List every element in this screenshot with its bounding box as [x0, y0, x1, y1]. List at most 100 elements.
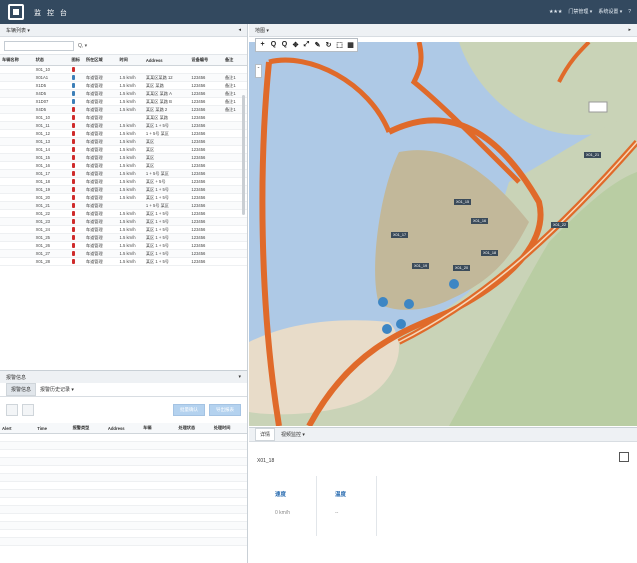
tab-alarm-info[interactable]: 报警信息: [6, 383, 37, 396]
table-row[interactable]: X4D5 车道管理 1.5 km/h 某区 某路 2 123456 备注1: [0, 105, 247, 114]
vehicle-col-header[interactable]: 状态: [33, 55, 70, 66]
vehicle-col-header[interactable]: 车辆名称: [0, 55, 34, 66]
map-marker-3[interactable]: [382, 324, 392, 334]
table-row: [0, 457, 247, 466]
table-row[interactable]: X01_10 车道管理 某某区 某路 123456: [0, 113, 247, 122]
map-marker-1[interactable]: [378, 297, 388, 307]
collapse-icon[interactable]: ◂: [238, 27, 241, 33]
map-tool-layers-icon[interactable]: ▦: [346, 41, 355, 49]
table-row[interactable]: X01_20 车道管理 1.5 km/h 某区 1 + 5号 123456: [0, 193, 247, 202]
table-row[interactable]: X01_28 车道管理 1.5 km/h 某区 1 + 5号 123456: [0, 257, 247, 266]
table-cell: [141, 537, 177, 546]
map-tool-move-icon[interactable]: ✥: [291, 41, 300, 49]
table-row[interactable]: X01A1 车道管理 1.5 km/h 某某区某路 12 123456 备注1: [0, 73, 247, 82]
table-cell: X01_21: [33, 201, 70, 210]
left-panel: 车辆列表 ▾ ◂ Q, ▾ 车辆名称 状态 图标 所在区域 时间 Address 设备编号备…: [0, 24, 248, 563]
map-marker-5[interactable]: [449, 279, 459, 289]
table-row[interactable]: X01_24 车道管理 1.5 km/h 某区 1 + 5号 123456: [0, 225, 247, 234]
table-cell: [222, 225, 247, 234]
vehicle-col-header[interactable]: 备注: [222, 55, 247, 66]
table-cell: X4D5: [33, 105, 70, 114]
vehicle-col-header[interactable]: 图标: [69, 55, 84, 66]
vehicle-search-input[interactable]: [4, 40, 74, 51]
map-marker-4[interactable]: [396, 319, 406, 329]
map-label[interactable]: X01_20: [453, 265, 471, 271]
map-tool-zoom-in-icon[interactable]: Q: [269, 41, 278, 49]
prev-page-button[interactable]: [6, 404, 18, 416]
map-tool-pan-icon[interactable]: +: [258, 41, 267, 49]
alarm-col-header[interactable]: 报警类型: [70, 423, 106, 434]
table-cell: 1.5 km/h: [117, 217, 144, 226]
table-row[interactable]: X01_11 车道管理 1.5 km/h 某区 1 + 5号 123456: [0, 121, 247, 130]
batch-confirm-button[interactable]: 批量确认: [173, 404, 205, 416]
map-label[interactable]: X01_22: [551, 222, 569, 228]
table-row[interactable]: X01_12 车道管理 1.5 km/h 1 + 5号 某区 123456: [0, 129, 247, 138]
map-tool-draw-icon[interactable]: ✎: [313, 41, 322, 49]
print-icon[interactable]: [619, 452, 629, 462]
table-row[interactable]: X01_16 车道管理 1.5 km/h 某区 123456: [0, 161, 247, 170]
map-zoom-out-button[interactable]: -: [255, 64, 262, 78]
vehicle-col-header[interactable]: Address: [143, 55, 190, 66]
table-cell: 1.5 km/h: [117, 209, 144, 218]
table-row[interactable]: X1D07 车道管理 1.5 km/h 某某区 某路 B 123456 备注1: [0, 97, 247, 106]
detail-card-value: --: [335, 510, 339, 516]
map-tool-refresh-icon[interactable]: ↻: [324, 41, 333, 49]
map-tool-select-icon[interactable]: ⬚: [335, 41, 344, 49]
alarm-col-header[interactable]: 处理时间: [211, 423, 247, 434]
alarm-col-header[interactable]: 处理状态: [176, 423, 212, 434]
alarm-col-header[interactable]: 车辆: [141, 423, 177, 434]
vehicle-col-header[interactable]: 设备编号: [189, 55, 223, 66]
map-collapse-icon[interactable]: ▸: [628, 27, 631, 33]
table-row[interactable]: X01_25 车道管理 1.5 km/h 某区 1 + 5号 123456: [0, 233, 247, 242]
table-row[interactable]: X01_14 车道管理 1.5 km/h 某区 123456: [0, 145, 247, 154]
table-cell: X01_15: [33, 153, 70, 162]
table-row[interactable]: X01_15 车道管理 1.5 km/h 某区 123456: [0, 153, 247, 162]
alarm-col-header[interactable]: Alert: [0, 423, 36, 434]
map-label[interactable]: X01_21: [584, 152, 602, 158]
vehicle-list-title[interactable]: 车辆列表 ▾: [6, 27, 30, 34]
next-page-button[interactable]: [22, 404, 34, 416]
table-row[interactable]: X01_10: [0, 65, 247, 74]
vehicle-status-icon: [71, 138, 75, 144]
map-label[interactable]: X01_18: [481, 250, 499, 256]
tab-video[interactable]: 视频监控 ▾: [281, 431, 305, 438]
map-tool-fullscreen-icon[interactable]: ⤢: [302, 41, 311, 49]
tab-detail[interactable]: 详情: [255, 428, 276, 441]
map-label[interactable]: X01_17: [391, 232, 409, 238]
search-filter-select[interactable]: Q, ▾: [78, 43, 87, 49]
map-marker-2[interactable]: [404, 299, 414, 309]
access-control-menu[interactable]: 门禁管理 ▾: [568, 8, 592, 15]
table-cell: [0, 489, 36, 498]
table-cell: [35, 521, 71, 530]
map-label[interactable]: X01_19: [412, 263, 430, 269]
vehicle-col-header[interactable]: 时间: [117, 55, 144, 66]
settings-menu[interactable]: 系统设置 ▾: [598, 8, 622, 15]
map-svg[interactable]: [249, 42, 637, 426]
table-row[interactable]: X01_26 车道管理 1.5 km/h 某区 1 + 5号 123456: [0, 241, 247, 250]
table-row[interactable]: X01_23 车道管理 1.5 km/h 某区 1 + 5号 123456: [0, 217, 247, 226]
alarm-col-header[interactable]: Time: [35, 423, 71, 434]
map-label[interactable]: X01_16: [471, 218, 489, 224]
table-row[interactable]: X01_17 车道管理 1.5 km/h 1 + 5号 某区 123456: [0, 169, 247, 178]
table-cell: [0, 89, 34, 98]
vehicle-col-header[interactable]: 所在区域: [83, 55, 118, 66]
alarm-col-header[interactable]: Address: [105, 423, 142, 434]
table-row[interactable]: X01_27 车道管理 1.5 km/h 某区 1 + 5号 123456: [0, 249, 247, 258]
map-tool-zoom-out-icon[interactable]: Q: [280, 41, 289, 49]
vehicle-table-scrollbar[interactable]: [242, 95, 245, 215]
alarm-panel-menu-icon[interactable]: ▾: [238, 374, 241, 380]
tab-alarm-history[interactable]: 报警历史记录 ▾: [40, 386, 74, 393]
table-row[interactable]: X01_19 车道管理 1.5 km/h 某区 1 + 5号 123456: [0, 185, 247, 194]
table-row[interactable]: X01_22 车道管理 1.5 km/h 某区 1 + 5号 123456: [0, 209, 247, 218]
map-title[interactable]: 地图 ▾: [255, 27, 269, 34]
table-row[interactable]: X01_21 车道管理 1 + 5号 某区 123456: [0, 201, 247, 210]
table-row[interactable]: X01_13 车道管理 1.5 km/h 某区 123456: [0, 137, 247, 146]
table-row[interactable]: X4D5 车道管理 1.5 km/h 某某区 某路 A 123456 备注1: [0, 89, 247, 98]
help-icon[interactable]: ?: [628, 9, 631, 15]
map-label[interactable]: X01_15: [454, 199, 472, 205]
table-cell: X01_26: [33, 241, 70, 250]
export-report-button[interactable]: 导出报表: [209, 404, 241, 416]
table-row[interactable]: X01_18 车道管理 1.5 km/h 某区 + 5号 123456: [0, 177, 247, 186]
map-canvas[interactable]: X01_15 X01_16 X01_17 X01_18 X01_19 X01_2…: [249, 42, 637, 426]
table-row[interactable]: X1D5 车道管理 1.5 km/h 某区 某路 123456 备注1: [0, 81, 247, 90]
